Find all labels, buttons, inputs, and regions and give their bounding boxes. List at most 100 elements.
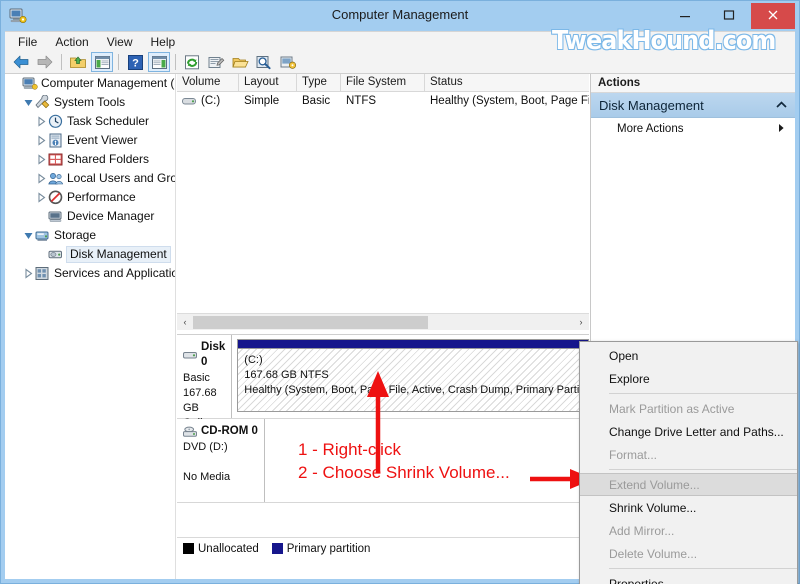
sidebar-item-label: Storage xyxy=(54,228,97,242)
sidebar-item-shared-folders[interactable]: Shared Folders xyxy=(5,150,175,169)
context-menu-item-explore[interactable]: Explore xyxy=(580,367,797,390)
disk-info-cdrom0[interactable]: CD-ROM 0 DVD (D:) No Media xyxy=(177,419,265,502)
twisty-expanded-icon[interactable] xyxy=(21,96,35,110)
actions-item-more-actions[interactable]: More Actions xyxy=(591,118,795,140)
twisty-collapsed-icon[interactable] xyxy=(21,267,35,281)
forward-icon[interactable] xyxy=(34,52,56,72)
partition-c-size: 167.68 GB NTFS xyxy=(244,369,329,381)
twisty-expanded-icon[interactable] xyxy=(21,229,35,243)
back-icon[interactable] xyxy=(10,52,32,72)
menu-view[interactable]: View xyxy=(98,33,142,51)
column-header-volume[interactable]: Volume xyxy=(177,74,239,91)
menu-action[interactable]: Action xyxy=(46,33,97,51)
hard-disk-icon xyxy=(183,350,199,361)
context-menu-item-open[interactable]: Open xyxy=(580,344,797,367)
sidebar-item-system-tools[interactable]: System Tools xyxy=(5,93,175,112)
partition-c[interactable]: (C:) 167.68 GB NTFS Healthy (System, Boo… xyxy=(237,339,589,412)
sidebar-item-local-users-and-groups[interactable]: Local Users and Groups xyxy=(5,169,175,188)
legend-label-primary-partition: Primary partition xyxy=(286,542,371,555)
scroll-left-arrow-icon[interactable]: ‹ xyxy=(177,315,193,330)
cell-type: Basic xyxy=(302,95,331,107)
sidebar-item-label: Local Users and Groups xyxy=(67,171,176,185)
context-menu-item-properties[interactable]: Properties xyxy=(580,572,797,584)
maximize-icon xyxy=(723,9,735,23)
column-header-layout[interactable]: Layout xyxy=(239,74,297,91)
cdrom-icon xyxy=(183,426,199,438)
refresh-icon[interactable] xyxy=(181,52,203,72)
menu-file[interactable]: File xyxy=(9,33,46,51)
context-menu-item-shrink-volume[interactable]: Shrink Volume... xyxy=(580,496,797,519)
column-header-type[interactable]: Type xyxy=(297,74,341,91)
help-icon[interactable]: ? xyxy=(124,52,146,72)
scrollbar-track[interactable] xyxy=(193,314,573,330)
volume-list-horizontal-scrollbar[interactable]: ‹ › xyxy=(177,313,589,330)
sidebar-item-label: Computer Management (Local xyxy=(41,76,175,90)
context-menu-item-format: Format... xyxy=(609,447,658,462)
context-menu-item-delete-volume: Delete Volume... xyxy=(609,546,698,561)
sidebar-item-disk-management[interactable]: Disk Management xyxy=(5,245,175,264)
disk-capacity-disk0: 167.68 GB xyxy=(183,387,217,414)
disk-info-disk0[interactable]: Disk 0 Basic 167.68 GB Online xyxy=(177,335,233,429)
search-icon[interactable] xyxy=(253,52,275,72)
up-folder-icon[interactable] xyxy=(67,52,89,72)
legend-label-unallocated: Unallocated xyxy=(198,542,259,555)
configure-icon[interactable] xyxy=(277,52,299,72)
twisty-collapsed-icon[interactable] xyxy=(34,191,48,205)
actions-group-title: Disk Management xyxy=(599,97,704,113)
performance-icon xyxy=(48,190,64,206)
column-header-file-system[interactable]: File System xyxy=(341,74,425,91)
services-icon xyxy=(35,266,51,282)
cell-volume: (C:) xyxy=(177,94,239,108)
annotation-arrow-up xyxy=(367,371,389,473)
actions-pane-header: Actions xyxy=(591,74,795,93)
properties-icon[interactable] xyxy=(205,52,227,72)
cell-layout: Simple xyxy=(244,95,280,107)
watermark: TweakHound.com xyxy=(551,25,777,57)
twisty-none xyxy=(34,248,48,262)
partition-c-status: Healthy (System, Boot, Page File, Active… xyxy=(244,384,583,396)
toolbar-separator xyxy=(61,54,62,70)
scrollbar-thumb[interactable] xyxy=(193,315,428,329)
clock-icon xyxy=(48,114,64,130)
show-hide-action-pane-icon[interactable] xyxy=(148,52,170,72)
toolbar-separator-3 xyxy=(175,54,176,70)
context-menu-item-add-mirror: Add Mirror... xyxy=(609,523,675,538)
sidebar-item-performance[interactable]: Performance xyxy=(5,188,175,207)
sidebar-item-device-manager[interactable]: Device Manager xyxy=(5,207,175,226)
sidebar-item-storage[interactable]: Storage xyxy=(5,226,175,245)
disk-name-cdrom0: CD-ROM 0 xyxy=(201,425,258,437)
twisty-collapsed-icon[interactable] xyxy=(34,153,48,167)
volume-icon xyxy=(182,96,197,107)
disk-title-cdrom0: CD-ROM 0 xyxy=(183,424,258,439)
partition-c-text: (C:) 167.68 GB NTFS Healthy (System, Boo… xyxy=(238,349,588,402)
sidebar-item-label: Performance xyxy=(67,190,136,204)
context-menu-item-change-drive-letter-and-paths[interactable]: Change Drive Letter and Paths... xyxy=(580,420,797,443)
scroll-right-arrow-icon[interactable]: › xyxy=(573,315,589,330)
open-folder-icon[interactable] xyxy=(229,52,251,72)
twisty-collapsed-icon[interactable] xyxy=(34,172,48,186)
sidebar-item-computer-management-local[interactable]: Computer Management (Local xyxy=(5,74,175,93)
disk-type-disk0: Basic xyxy=(183,372,210,384)
sidebar-item-services-and-applications[interactable]: Services and Applications xyxy=(5,264,175,283)
table-row[interactable]: (C:) Simple Basic NTFS Healthy (System, … xyxy=(177,92,589,110)
twisty-collapsed-icon[interactable] xyxy=(34,134,48,148)
console-tree-pane[interactable]: Computer Management (Local System Tools Ta… xyxy=(5,74,176,579)
sidebar-item-label: System Tools xyxy=(54,95,126,109)
twisty-collapsed-icon[interactable] xyxy=(34,115,48,129)
twisty-none xyxy=(8,77,22,91)
sidebar-item-label: Disk Management xyxy=(66,246,171,263)
minimize-icon xyxy=(679,9,691,23)
sidebar-item-event-viewer[interactable]: Event Viewer xyxy=(5,131,175,150)
device-manager-icon xyxy=(48,209,64,225)
actions-group-disk-management[interactable]: Disk Management xyxy=(591,93,795,118)
toolbar-separator-2 xyxy=(118,54,119,70)
show-hide-tree-icon[interactable] xyxy=(91,52,113,72)
sidebar-item-task-scheduler[interactable]: Task Scheduler xyxy=(5,112,175,131)
chevron-up-icon[interactable] xyxy=(776,96,787,114)
context-menu-item-extend-volume: Extend Volume... xyxy=(580,473,797,496)
disk-status-cdrom0: No Media xyxy=(183,471,231,483)
context-menu[interactable]: Open Explore Mark Partition as Active Chang… xyxy=(579,341,798,584)
computer-management-window: Computer Management File Action View Hel… xyxy=(0,0,800,584)
menu-help[interactable]: Help xyxy=(142,33,185,51)
column-header-status[interactable]: Status xyxy=(425,74,589,91)
